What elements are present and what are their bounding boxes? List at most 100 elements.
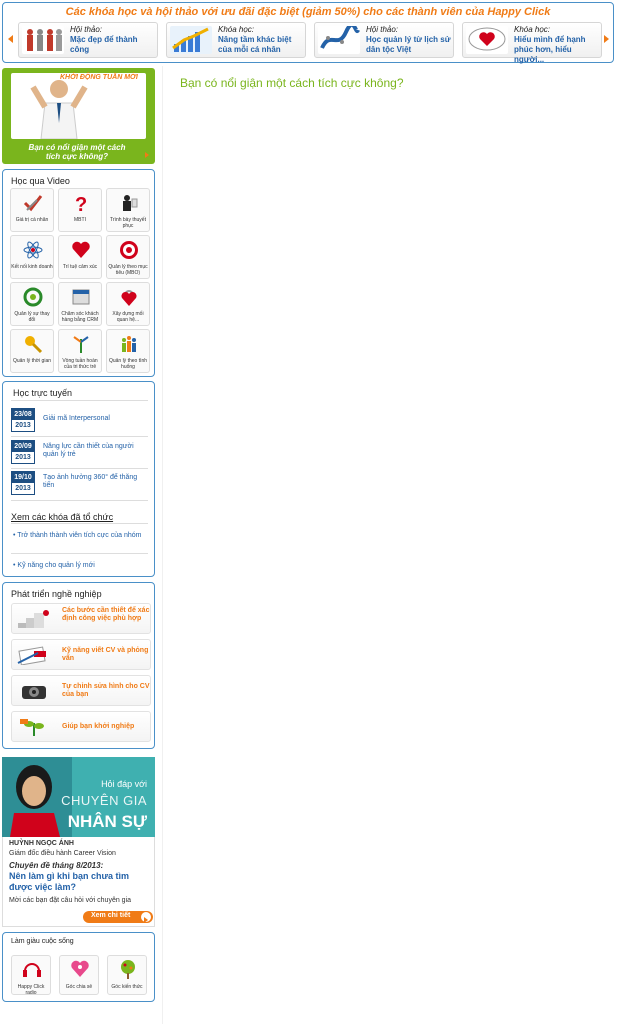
share-heart-icon [70, 959, 90, 979]
course-title[interactable]: Năng lực cần thiết của người quản lý trẻ [43, 443, 148, 459]
hero-businessman-image [11, 73, 146, 140]
headphones-icon [22, 959, 42, 979]
course-item[interactable]: 20/09 2013 Năng lực cần thiết của người q… [11, 440, 151, 466]
tree-icon [118, 959, 138, 979]
video-item-label: Quản lý thời gian [12, 358, 52, 364]
recycle-icon [23, 287, 43, 307]
course-item[interactable]: 19/10 2013 Tạo ảnh hưởng 360° để thăng ti… [11, 471, 151, 497]
rich-item[interactable]: Góc chia sẻ [59, 955, 99, 995]
date-badge: 20/09 2013 [11, 440, 35, 464]
video-item-label: Quản lý theo tình huống [108, 358, 148, 370]
course-title[interactable]: Giải mã Interpersonal [43, 415, 148, 423]
video-item[interactable]: Xây dựng mối quan hệ... [106, 282, 150, 326]
expert-topic[interactable]: Nên làm gì khi bạn chưa tìm được việc là… [9, 871, 149, 893]
video-item-label: Vòng tuần hoàn của tri thức trẻ [62, 358, 98, 370]
expert-topic-label: Chuyên đề tháng 8/2013: [9, 861, 104, 870]
video-item[interactable]: Kết nối kinh doanh [10, 235, 54, 279]
heart-bubble-icon [466, 26, 508, 54]
promo-banner: Các khóa học và hội thảo với ưu đãi đặc … [2, 2, 614, 64]
video-item-label: MBTI [74, 217, 86, 223]
presenter-icon [119, 193, 139, 213]
sprout-icon [16, 717, 52, 737]
hero-caption[interactable]: Bạn có nổi giận một cách tích cực không? [22, 143, 132, 161]
video-section-title: Học qua Video [11, 176, 70, 186]
video-item[interactable]: Chăm sóc khách hàng bằng CRM [58, 282, 102, 326]
banner-title: Các khóa học và hội thảo với ưu đãi đặc … [65, 6, 551, 18]
expert-heading-1: CHUYÊN GIA [61, 793, 147, 808]
weekly-hero[interactable]: KHỞI ĐỘNG TUẦN MỚI Bạn có nổi giận một c… [2, 68, 155, 164]
camera-icon [16, 681, 52, 701]
target-icon [119, 240, 139, 260]
banner-next-arrow-icon[interactable] [604, 35, 609, 43]
course-title[interactable]: Tạo ảnh hưởng 360° để thăng tiến [43, 474, 148, 490]
promo-kind: Khóa học: [218, 25, 255, 34]
date-badge: 19/10 2013 [11, 471, 35, 495]
career-item[interactable]: Giúp bạn khởi nghiệp [11, 711, 151, 742]
date-badge: 23/08 2013 [11, 408, 35, 432]
video-item-label: Trí tuệ cảm xúc [62, 264, 98, 270]
career-item-label: Các bước cần thiết để xác định công việc… [62, 607, 150, 622]
lock-heart-icon [119, 287, 139, 307]
dna-icon [318, 22, 360, 54]
video-item[interactable]: ? MBTI [58, 188, 102, 232]
view-details-button[interactable]: Xem chi tiết [83, 911, 153, 923]
career-item[interactable]: Tự chỉnh sửa hình cho CV của bạn [11, 675, 151, 706]
expert-invite: Mời các bạn đặt câu hỏi với chuyên gia [9, 897, 132, 904]
arrow-circle-icon [141, 912, 151, 923]
promo-item[interactable]: Hội thảo: Học quản lý từ lịch sử dân tộc… [314, 22, 454, 58]
hero-arrow-icon [145, 152, 149, 158]
atom-icon [23, 240, 43, 260]
promo-name: Hiểu mình để hạnh phúc hơn, hiểu người..… [514, 35, 586, 64]
career-item[interactable]: Kỹ năng viết CV và phỏng vấn [11, 639, 151, 670]
svg-text:?: ? [75, 194, 87, 213]
org-title[interactable]: Xem các khóa đã tổ chức [11, 512, 113, 522]
video-item[interactable]: Quản lý theo tình huống [106, 329, 150, 373]
video-item[interactable]: Quản lý thời gian [10, 329, 54, 373]
video-item-label: Kết nối kinh doanh [11, 264, 53, 270]
promo-kind: Khóa học: [514, 25, 551, 34]
course-item[interactable]: 23/08 2013 Giải mã Interpersonal [11, 408, 151, 434]
career-section-title: Phát triển nghề nghiệp [11, 589, 102, 599]
video-item[interactable]: Giá trị cá nhân [10, 188, 54, 232]
video-item-label: Quản lý sự thay đổi [14, 311, 50, 323]
rich-item[interactable]: Góc kiến thức [107, 955, 147, 995]
video-item-label: Trình bày thuyết phục [110, 217, 146, 229]
online-section: Học trực tuyến 23/08 2013 Giải mã Interpe… [2, 381, 155, 577]
video-item-label: Chăm sóc khách hàng bằng CRM [61, 311, 99, 323]
video-item-label: Quản lý theo mục tiêu (MBO) [108, 264, 148, 276]
career-item[interactable]: Các bước cần thiết để xác định công việc… [11, 603, 151, 634]
expert-role: Giám đốc điều hành Career Vision [9, 850, 116, 857]
rich-section-title: Làm giàu cuộc sống [11, 938, 74, 945]
org-link[interactable]: • Kỹ năng cho quản lý mới [13, 562, 143, 570]
question-icon: ? [71, 193, 91, 216]
video-item[interactable]: Quản lý sự thay đổi [10, 282, 54, 326]
expert-name: HUỲNH NGỌC ÁNH [9, 840, 74, 847]
rich-item-label: Góc chia sẻ [65, 984, 93, 990]
video-item-label: Giá trị cá nhân [15, 217, 49, 223]
banner-prev-arrow-icon[interactable] [8, 35, 13, 43]
expert-ask: Hỏi đáp với [101, 779, 147, 789]
stairs-icon [16, 609, 52, 629]
cv-pen-icon [16, 645, 52, 666]
org-link[interactable]: • Trở thành thành viên tích cực của nhóm [13, 532, 143, 540]
rich-item-label: Happy Click radio [17, 984, 45, 996]
career-item-label: Giúp bạn khởi nghiệp [62, 723, 135, 730]
promo-item[interactable]: Hội thảo: Mặc đẹp để thành công [18, 22, 158, 58]
promo-item[interactable]: Khóa học: Hiểu mình để hạnh phúc hơn, hi… [462, 22, 602, 64]
promo-name: Học quản lý từ lịch sử dân tộc Việt [366, 35, 451, 54]
video-item[interactable]: Trí tuệ cảm xúc [58, 235, 102, 279]
promo-kind: Hội thảo: [366, 25, 399, 34]
video-item[interactable]: Quản lý theo mục tiêu (MBO) [106, 235, 150, 279]
fashion-people-icon [22, 26, 64, 54]
expert-box: Hỏi đáp với CHUYÊN GIA NHÂN SỰ HUỲNH NGỌ… [2, 757, 155, 927]
video-item[interactable]: Trình bày thuyết phục [106, 188, 150, 232]
rich-item-label: Góc kiến thức [111, 984, 143, 990]
arrows-icon [71, 334, 91, 354]
rich-item[interactable]: Happy Click radio [11, 955, 51, 996]
view-details-label: Xem chi tiết [91, 912, 131, 919]
promo-item[interactable]: Khóa học: Nâng tầm khác biệt của mỗi cá … [166, 22, 306, 58]
expert-heading-2: NHÂN SỰ [67, 812, 147, 831]
heart-icon [71, 240, 91, 260]
video-item[interactable]: Vòng tuần hoàn của tri thức trẻ [58, 329, 102, 373]
video-item-label: Xây dựng mối quan hệ... [112, 311, 144, 323]
